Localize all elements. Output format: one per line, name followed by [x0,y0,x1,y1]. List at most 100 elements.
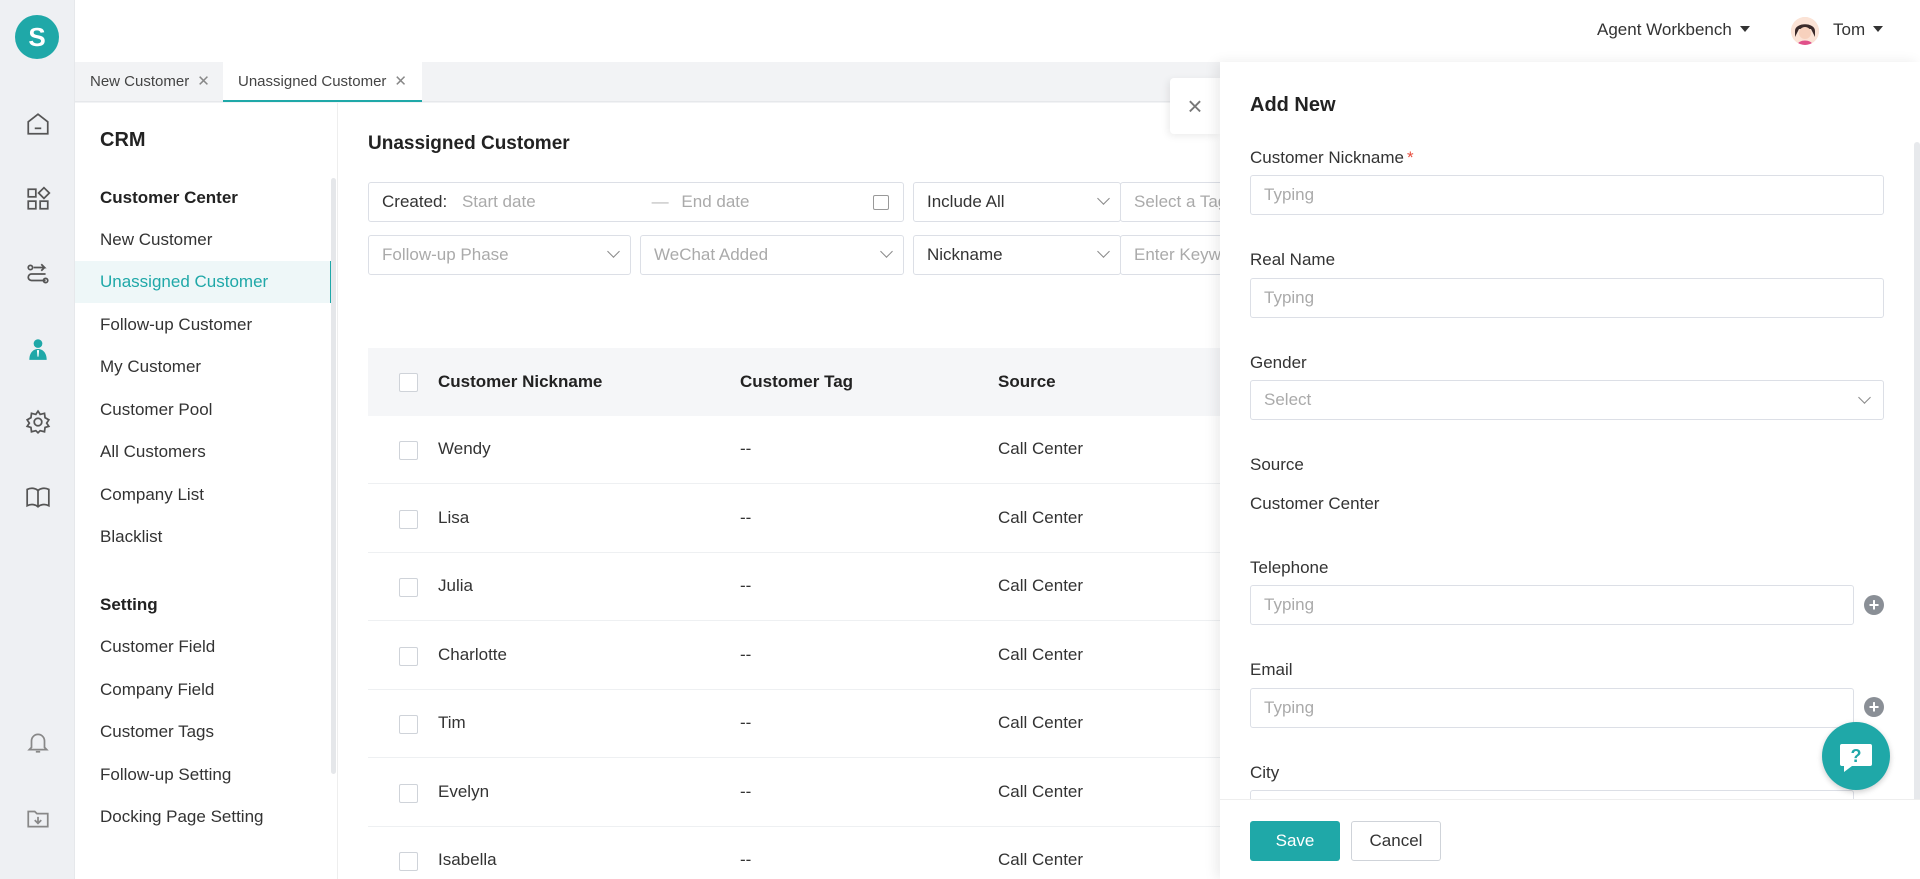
book-icon[interactable] [24,483,52,511]
table-row[interactable]: Tim -- Call Center [368,690,1220,758]
home-icon[interactable] [24,110,52,138]
tab-label: Unassigned Customer [238,73,387,90]
realname-input[interactable]: Typing [1250,278,1884,318]
wechat-added-select[interactable]: WeChat Added [640,235,904,275]
help-icon: ? [1840,744,1872,772]
cell-tag: -- [740,439,752,458]
column-header[interactable]: Source [998,372,1056,392]
email-input[interactable]: Typing [1250,688,1854,728]
add-email-icon[interactable]: + [1864,697,1884,717]
nickname-input[interactable]: Typing [1250,175,1884,215]
column-header[interactable]: Customer Nickname [438,372,602,392]
customer-icon[interactable] [24,335,52,363]
follow-up-phase-select[interactable]: Follow-up Phase [368,235,631,275]
sidebar-item-new-customer[interactable]: New Customer [100,230,212,250]
realname-label: Real Name [1250,250,1336,269]
settings-gear-icon[interactable] [24,408,52,436]
sidebar-item-company-field[interactable]: Company Field [100,680,214,700]
sidebar-item-docking-page-setting[interactable]: Docking Page Setting [100,807,264,827]
keyword-input[interactable]: Enter Keyword [1120,235,1220,275]
include-select[interactable]: Include All [913,182,1121,222]
required-mark: * [1407,148,1414,167]
table-row[interactable]: Wendy -- Call Center [368,416,1220,484]
created-date-range[interactable]: Created: Start date — End date [368,182,904,222]
chevron-down-icon [607,245,620,258]
add-telephone-icon[interactable]: + [1864,595,1884,615]
cell-source: Call Center [998,782,1084,801]
chevron-down-icon [880,245,893,258]
gender-label: Gender [1250,353,1307,372]
drawer-close-button[interactable]: × [1170,78,1220,134]
cell-tag: -- [740,850,752,869]
end-date-input[interactable]: End date [681,192,749,211]
tag-placeholder: Select a Tag [1134,192,1220,211]
start-date-input[interactable]: Start date [462,183,647,221]
download-icon[interactable] [24,804,52,832]
sidebar-item-company-list[interactable]: Company List [100,485,204,505]
sidebar-item-blacklist[interactable]: Blacklist [100,527,162,547]
select-all-checkbox[interactable] [399,373,418,392]
sidebar-item-unassigned-customer[interactable]: Unassigned Customer [100,272,268,292]
row-checkbox[interactable] [399,784,418,803]
help-chat-button[interactable]: ? [1822,722,1890,790]
cell-tag: -- [740,645,752,664]
table-row[interactable]: Charlotte -- Call Center [368,622,1220,690]
top-header: Agent Workbench Tom [75,0,1920,62]
cell-source: Call Center [998,439,1084,458]
cell-nickname: Evelyn [438,782,490,801]
table-row[interactable]: Isabella -- Call Center [368,827,1220,879]
close-icon[interactable]: ✕ [197,73,210,90]
gender-select[interactable]: Select [1250,380,1884,420]
tab-unassigned-customer[interactable]: Unassigned Customer ✕ [223,62,422,102]
range-separator: — [651,192,669,211]
sidebar-item-customer-tags[interactable]: Customer Tags [100,722,214,742]
column-header[interactable]: Customer Tag [740,372,853,392]
apps-icon[interactable] [24,185,52,213]
drawer-scrollbar[interactable] [1914,142,1920,802]
search-field-select[interactable]: Nickname [913,235,1121,275]
close-icon[interactable]: ✕ [394,73,407,90]
row-checkbox[interactable] [399,510,418,529]
table-row[interactable]: Lisa -- Call Center [368,485,1220,553]
sidebar-item-follow-up-customer[interactable]: Follow-up Customer [100,315,252,335]
tag-select[interactable]: Select a Tag [1120,182,1220,222]
cell-nickname: Tim [438,713,466,732]
email-label: Email [1250,660,1293,679]
app-logo[interactable]: S [15,15,59,59]
sidebar-scrollbar[interactable] [331,178,336,774]
cell-nickname: Lisa [438,508,470,527]
icon-rail: S [0,0,75,879]
row-checkbox[interactable] [399,647,418,666]
user-avatar[interactable] [1791,17,1819,45]
sidebar-item-my-customer[interactable]: My Customer [100,357,201,377]
row-checkbox[interactable] [399,578,418,597]
table-header: Customer Nickname Customer Tag Source [368,348,1220,416]
route-icon[interactable] [24,260,52,288]
sidebar-item-customer-pool[interactable]: Customer Pool [100,400,212,420]
workbench-dropdown[interactable]: Agent Workbench [1597,20,1750,40]
sidebar-title: CRM [100,129,146,151]
sidebar-item-follow-up-setting[interactable]: Follow-up Setting [100,765,231,785]
table-row[interactable]: Evelyn -- Call Center [368,759,1220,827]
row-checkbox[interactable] [399,715,418,734]
row-checkbox[interactable] [399,852,418,871]
tab-new-customer[interactable]: New Customer ✕ [75,62,225,102]
section-customer-center: Customer Center [100,188,238,207]
row-checkbox[interactable] [399,441,418,460]
save-button[interactable]: Save [1250,821,1340,861]
user-menu[interactable]: Tom [1833,20,1884,40]
sidebar-item-customer-field[interactable]: Customer Field [100,637,215,657]
bell-icon[interactable] [24,728,52,756]
cell-nickname: Isabella [438,850,497,869]
nickname-label: Customer Nickname * [1250,148,1414,168]
table-row[interactable]: Julia -- Call Center [368,553,1220,621]
sidebar-item-all-customers[interactable]: All Customers [100,442,206,462]
search-field-value: Nickname [927,245,1003,264]
chevron-down-icon [1858,391,1871,404]
drawer-footer: Save Cancel [1220,799,1920,879]
caret-down-icon [1739,26,1750,32]
city-label: City [1250,763,1280,782]
telephone-input[interactable]: Typing [1250,585,1854,625]
chevron-down-icon [1097,192,1110,205]
cancel-button[interactable]: Cancel [1351,821,1441,861]
